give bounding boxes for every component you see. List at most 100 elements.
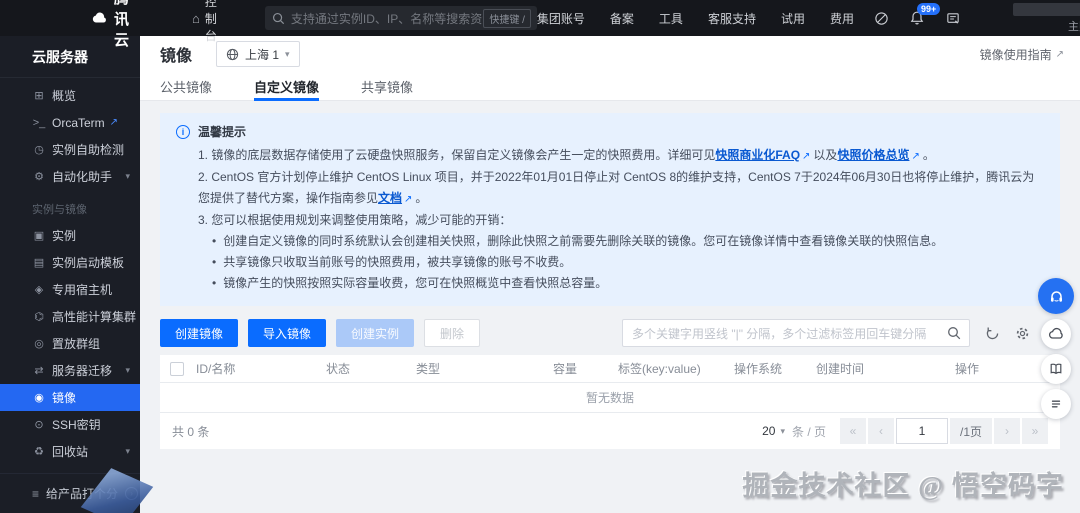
account-type-label: 主账号 — [1067, 20, 1080, 33]
sidebar-item-label: 服务器迁移 — [52, 364, 113, 378]
sidebar-item-images[interactable]: ◉ 镜像 — [0, 384, 140, 411]
topbar-menu-item[interactable]: 集团账号 — [537, 10, 585, 27]
sidebar-item-label: 高性能计算集群 — [52, 310, 137, 324]
cloud-assistant-button[interactable] — [1041, 319, 1071, 349]
sidebar-item-label: OrcaTerm — [52, 115, 105, 130]
total-pages-label: /1页 — [950, 418, 992, 444]
column-settings-button[interactable] — [1015, 326, 1030, 341]
topbar-menu: 集团账号 备案 工具 客服支持 试用 费用 — [537, 10, 854, 27]
refresh-button[interactable] — [985, 326, 1000, 341]
page-size-select[interactable]: 20 ▾ — [762, 424, 785, 438]
prev-page-button[interactable]: ‹ — [868, 418, 894, 444]
external-link-icon: ↗ — [404, 194, 413, 205]
sidebar-item-launch-template[interactable]: ▤ 实例启动模板 — [0, 249, 140, 276]
toolbar: 创建镜像 导入镜像 创建实例 删除 多个关键字用竖线 "|" 分隔，多个过滤标签用回车… — [160, 319, 1060, 347]
console-label: 控制台 — [204, 0, 217, 43]
usage-guide-label: 镜像使用指南 — [979, 47, 1052, 62]
last-page-button[interactable]: » — [1022, 418, 1048, 444]
notice-link[interactable]: 快照价格总览 — [837, 148, 909, 162]
column-header: 标签(key:value) — [618, 362, 701, 376]
sidebar-item-recycle-bin[interactable]: ♻ 回收站 ▾ — [0, 438, 140, 465]
community-icon[interactable] — [874, 11, 889, 26]
sidebar-item-server-migration[interactable]: ⇄ 服务器迁移 ▾ — [0, 357, 140, 384]
terminal-icon: >_ — [32, 116, 46, 129]
page-title: 镜像 — [160, 48, 193, 65]
sidebar-item-dedicated-host[interactable]: ◈ 专用宿主机 — [0, 276, 140, 303]
search-icon — [272, 12, 285, 24]
column-header: 类型 — [416, 362, 441, 376]
notification-bell-icon[interactable]: 99+ — [909, 3, 941, 26]
sidebar-nav: ⊞ 概览 >_ OrcaTerm ↗ ◷ 实例自助检测 ⚙ 自动化助手 ▾ 实例与镜像 ▣ 实例 ▤ 实例启… — [0, 82, 140, 497]
first-page-button[interactable]: « — [840, 418, 866, 444]
usage-guide-link[interactable]: 镜像使用指南 ↗ — [980, 46, 1064, 63]
sidebar-item-assistant[interactable]: ⚙ 自动化助手 ▾ — [0, 163, 140, 190]
empty-state-text: 暂无数据 — [585, 391, 634, 405]
topbar-menu-item[interactable]: 备案 — [610, 10, 634, 27]
gear-icon — [1016, 327, 1029, 339]
topbar-menu-item[interactable]: 试用 — [781, 10, 805, 27]
notice-box: i 温馨提示 1. 镜像的底层数据存储使用了云硬盘快照服务，保留自定义镜像会产生… — [160, 113, 1060, 306]
notice-bullet: • 共享镜像只收取当前账号的快照费用，被共享镜像的账号不收费。 — [212, 252, 1044, 273]
console-link[interactable]: ⌂ 控制台 — [192, 0, 217, 44]
sidebar-item-hpc-cluster[interactable]: ⌬ 高性能计算集群 — [0, 303, 140, 330]
tab-shared-images[interactable]: 共享镜像 — [361, 72, 413, 100]
notice-bullet-text: 创建自定义镜像的同时系统默认会创建相关快照，删除此快照之前需要先删除关联的镜像。… — [223, 234, 944, 248]
gear-icon: ⚙ — [34, 171, 44, 183]
next-page-button[interactable]: › — [994, 418, 1020, 444]
current-page-input[interactable]: 1 — [896, 418, 948, 444]
chevron-down-icon: ▾ — [125, 365, 130, 375]
delete-button[interactable]: 删除 — [424, 319, 481, 347]
topbar-menu-item[interactable]: 客服支持 — [708, 10, 756, 27]
notice-lines: 1. 镜像的底层数据存储使用了云硬盘快照服务，保留自定义镜像会产生一定的快照费用… — [176, 145, 1044, 294]
sidebar-item-instance[interactable]: ▣ 实例 — [0, 222, 140, 249]
sidebar-item-label: 概览 — [52, 89, 77, 103]
select-all-checkbox[interactable] — [170, 361, 184, 376]
floating-buttons — [1038, 278, 1074, 419]
support-chat-button[interactable] — [1038, 278, 1074, 314]
notice-link[interactable]: 快照商业化FAQ — [715, 148, 800, 162]
filter-input[interactable]: 多个关键字用竖线 "|" 分隔，多个过滤标签用回车键分隔 — [622, 319, 970, 347]
tab-custom-images[interactable]: 自定义镜像 — [254, 72, 320, 101]
sidebar-item-ssh-key[interactable]: ⊙ SSH密钥 — [0, 411, 140, 438]
tencent-cloud-logo[interactable]: 腾讯云 — [92, 0, 140, 50]
tab-public-images[interactable]: 公共镜像 — [160, 72, 212, 100]
region-selector[interactable]: 上海 1 ▾ — [216, 41, 300, 67]
docs-button[interactable] — [1041, 354, 1071, 384]
external-link-icon: ↗ — [802, 151, 811, 162]
topbar-menu-item[interactable]: 工具 — [659, 10, 683, 27]
table-footer: 共 0 条 20 ▾ 条 / 页 « ‹ 1 /1页 › » — [160, 413, 1060, 449]
sidebar-item-placement-group[interactable]: ◎ 置放群组 — [0, 330, 140, 357]
import-image-button[interactable]: 导入镜像 — [248, 319, 327, 347]
topbar-menu-item[interactable]: 费用 — [830, 10, 854, 27]
rate-product-label: 给产品打个分 — [46, 487, 119, 501]
shortcut-key-badge: 快捷键 / — [483, 8, 531, 28]
notice-link[interactable]: 文档 — [378, 191, 402, 205]
sidebar-item-label: 专用宿主机 — [52, 283, 113, 297]
notice-line: 2. CentOS 官方计划停止维护 CentOS Linux 项目，并于202… — [198, 170, 1035, 205]
sidebar-item-label: 实例 — [52, 229, 77, 243]
sidebar-item-self-check[interactable]: ◷ 实例自助检测 — [0, 136, 140, 163]
search-placeholder: 支持通过实例ID、IP、名称等搜索资源 — [290, 11, 484, 26]
survey-button[interactable] — [1041, 389, 1071, 419]
column-header: 操作系统 — [734, 362, 783, 376]
total-count: 共 0 条 — [172, 424, 210, 439]
filter-area: 多个关键字用竖线 "|" 分隔，多个过滤标签用回车键分隔 — [622, 319, 1060, 347]
server-icon: ▣ — [33, 230, 45, 242]
ticket-icon[interactable] — [945, 11, 961, 26]
migration-icon: ⇄ — [34, 365, 44, 377]
create-instance-button[interactable]: 创建实例 — [336, 319, 415, 347]
account-info[interactable]: 主账号 — [1012, 2, 1080, 34]
sidebar-item-label: 镜像 — [52, 391, 77, 405]
sidebar-section-label: 实例与镜像 — [32, 204, 87, 216]
rate-product-button[interactable]: ≡ 给产品打个分 › — [0, 473, 140, 513]
sidebar-item-label: 自动化助手 — [52, 170, 113, 184]
create-image-button[interactable]: 创建镜像 — [160, 319, 239, 347]
sidebar-item-overview[interactable]: ⊞ 概览 — [0, 82, 140, 109]
chevron-down-icon: ▾ — [285, 48, 290, 59]
chevron-right-icon: › — [125, 487, 139, 500]
table-header-cells: ID/名称 状态 类型 容量 标签(key:value) 操作系统 创建时间 操作 — [196, 360, 1060, 377]
notice-bullet-text: 镜像产生的快照按照实际容量收费，您可在快照概览中查看快照总容量。 — [223, 276, 608, 290]
global-search-input[interactable]: 支持通过实例ID、IP、名称等搜索资源 快捷键 / — [264, 6, 537, 30]
sidebar-item-orcaterm[interactable]: >_ OrcaTerm ↗ — [0, 109, 140, 136]
chevron-down-icon: ▾ — [780, 425, 785, 436]
